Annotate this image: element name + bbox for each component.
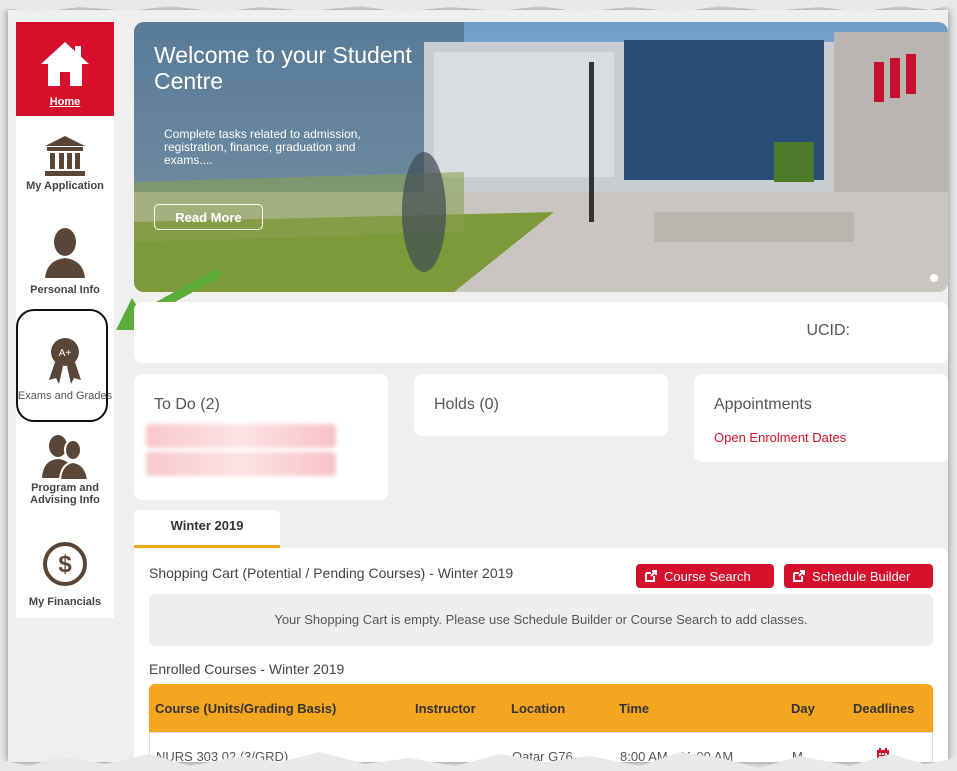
hero-title: Welcome to your Student Centre [154,42,412,94]
screenshot-frame: Home My Application Personal Info A+ Exa… [8,10,948,762]
col-location: Location [511,701,566,716]
ucid-label: UCID: [806,322,850,339]
enrolled-table-header: Course (Units/Grading Basis) Instructor … [149,684,933,732]
schedule-builder-button[interactable]: Schedule Builder [784,564,933,588]
col-instructor: Instructor [415,701,476,716]
course-search-button[interactable]: Course Search [636,564,774,588]
sidebar-item-personal-info[interactable]: Personal Info [16,222,114,296]
torn-edge-bottom [0,752,957,771]
external-link-icon [793,570,805,582]
sidebar-item-label: My Application [26,180,104,192]
appointments-card: Appointments Open Enrolment Dates [694,374,948,462]
institution-icon [45,136,85,176]
svg-text:$: $ [58,551,72,578]
sidebar-item-label: Home [49,96,81,108]
ucid-card: UCID: [134,302,948,363]
todo-item-redacted[interactable] [146,452,336,476]
people-icon [42,435,90,481]
dollar-icon: $ [43,542,87,586]
holds-card[interactable]: Holds (0) [414,374,668,436]
col-time: Time [619,701,650,716]
sidebar-item-label: Personal Info [30,284,100,296]
todo-item-redacted[interactable] [146,424,336,448]
open-enrolment-dates-link[interactable]: Open Enrolment Dates [714,430,846,445]
schedule-builder-label: Schedule Builder [812,568,911,584]
col-deadlines: Deadlines [853,701,915,716]
course-search-label: Course Search [664,568,751,584]
torn-edge-top [0,0,957,12]
shopping-cart-title: Shopping Cart (Potential / Pending Cours… [149,565,514,581]
sidebar-item-home[interactable]: Home [16,22,114,116]
empty-cart-message: Your Shopping Cart is empty. Please use … [149,594,933,646]
sidebar-item-my-financials[interactable]: $ My Financials [16,540,114,608]
hero-subtitle: Complete tasks related to admission, reg… [164,127,361,167]
person-icon [45,228,85,278]
home-icon [41,42,89,86]
enrolled-courses-title: Enrolled Courses - Winter 2019 [149,661,345,677]
sidebar-item-my-application[interactable]: My Application [16,132,114,192]
col-day: Day [791,701,815,716]
read-more-button[interactable]: Read More [154,204,263,230]
sidebar-item-label: My Financials [28,596,102,608]
sidebar-item-program-and-advising[interactable]: Program and Advising Info [16,432,114,506]
appointments-title: Appointments [714,396,812,413]
col-course: Course (Units/Grading Basis) [155,701,337,716]
todo-card[interactable]: To Do (2) [134,374,388,500]
external-link-icon [645,570,657,582]
annotation-circle [16,309,108,422]
carousel-dot[interactable] [930,274,938,282]
hero-banner: Welcome to your Student Centre Complete … [134,22,948,292]
todo-title: To Do (2) [154,396,220,413]
sidebar-item-label: Program and Advising Info [30,482,100,506]
tab-winter-2019[interactable]: Winter 2019 [134,510,280,548]
holds-title: Holds (0) [434,396,499,413]
